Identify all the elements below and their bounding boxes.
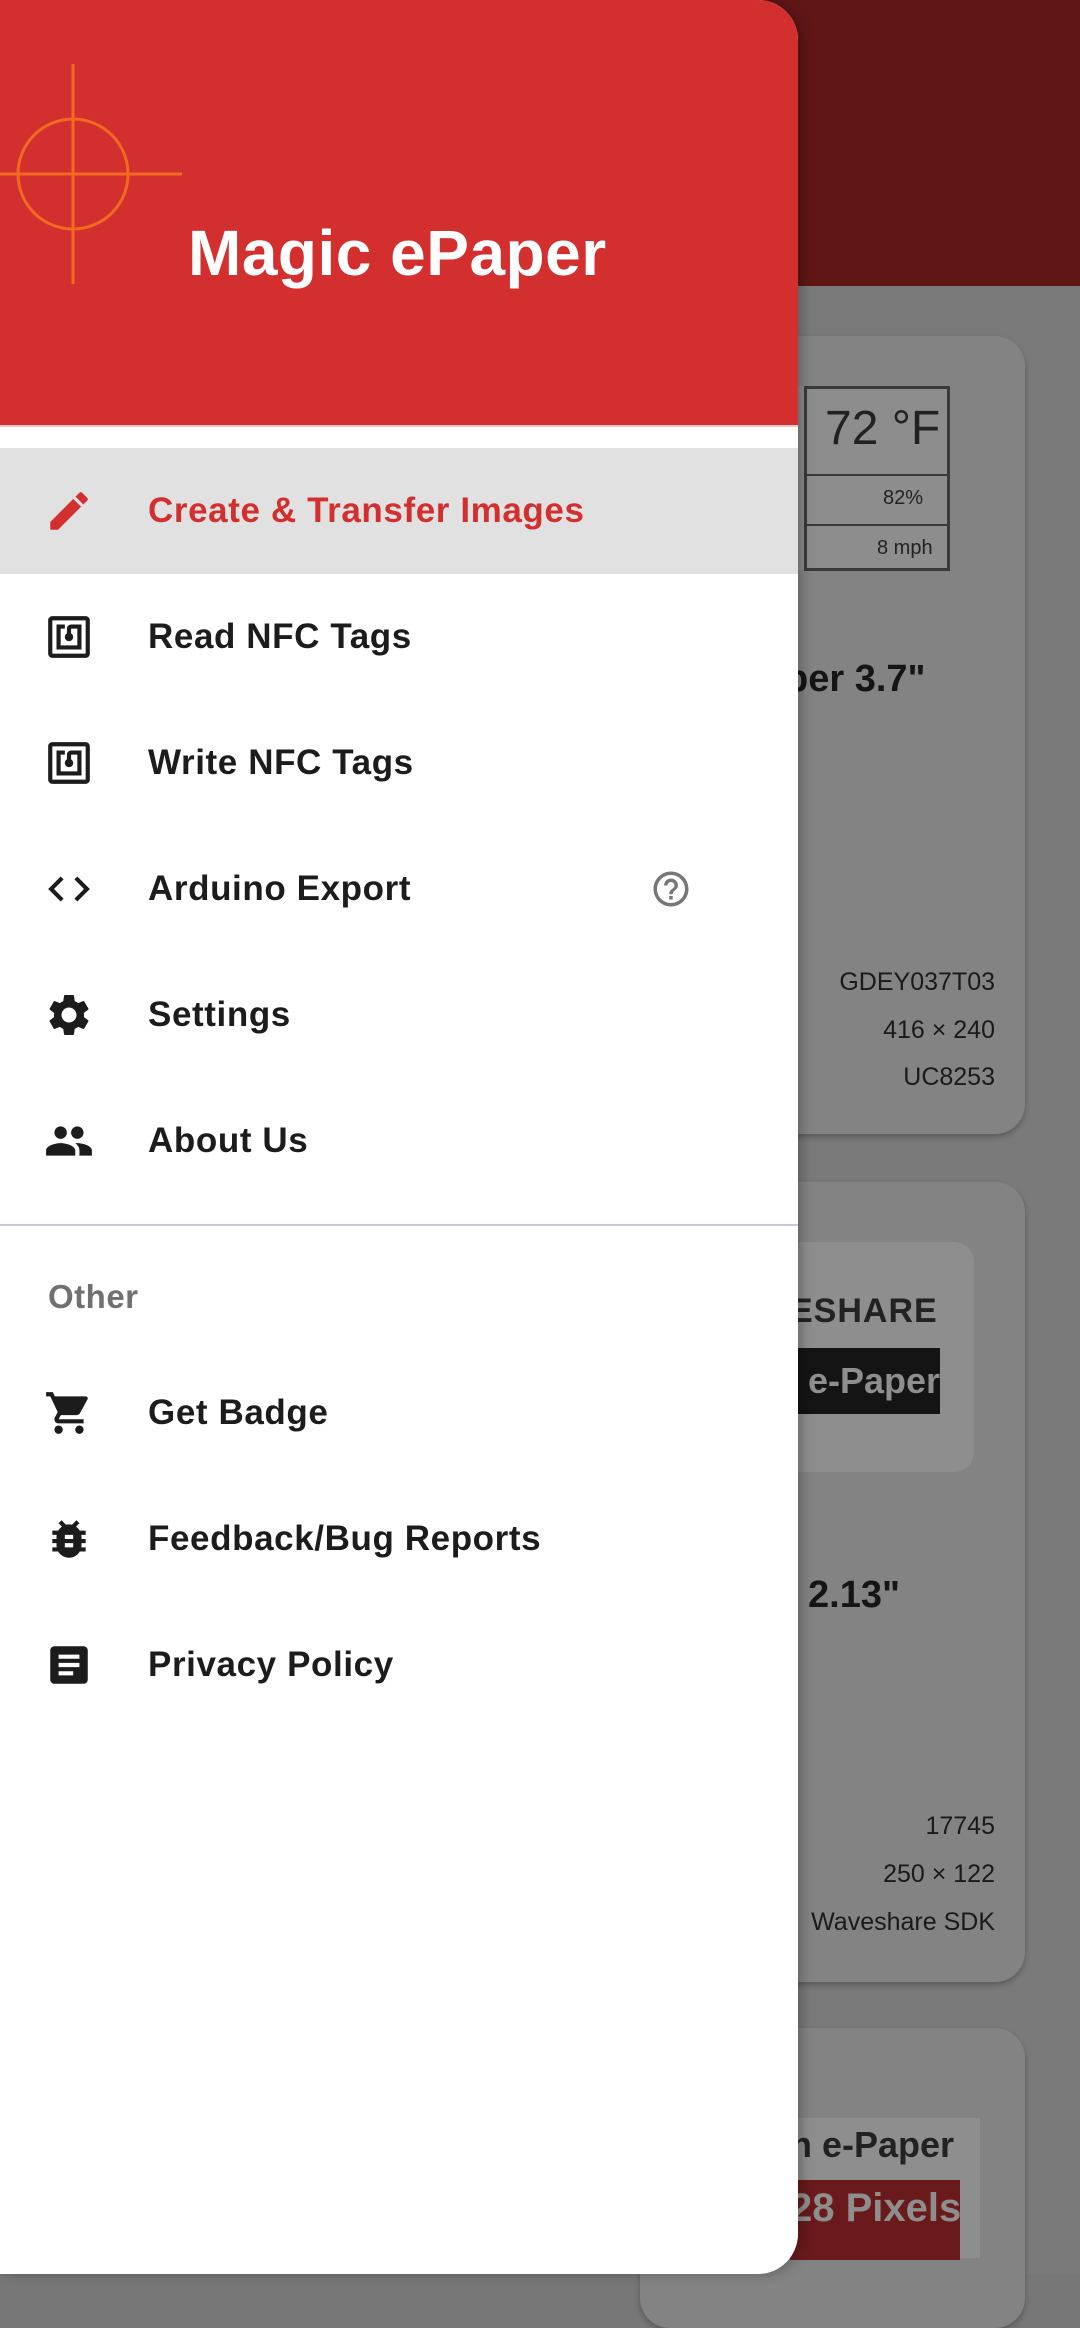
pixels-text: 28 Pixels	[790, 2186, 962, 2230]
nfc-icon	[48, 742, 90, 784]
drawer-item-privacy-policy[interactable]: Privacy Policy	[0, 1602, 798, 1728]
drawer-item-arduino-export[interactable]: Arduino Export	[0, 826, 798, 952]
card-model: 17745	[925, 1812, 995, 1840]
gear-icon	[49, 994, 89, 1035]
app-title: Magic ePaper	[188, 217, 607, 289]
help-circle-icon[interactable]	[650, 868, 692, 910]
brand-text: ESHARE	[790, 1292, 938, 1330]
drawer-item-about-us[interactable]: About Us	[0, 1078, 798, 1204]
drawer-item-label: Settings	[148, 995, 291, 1034]
drawer-item-feedback[interactable]: Feedback/Bug Reports	[0, 1476, 798, 1602]
card-driver: UC8253	[903, 1063, 995, 1091]
code-icon	[48, 876, 90, 902]
drawer-item-label: Privacy Policy	[148, 1645, 394, 1684]
drawer-item-write-nfc[interactable]: Write NFC Tags	[0, 700, 798, 826]
drawer-item-settings[interactable]: Settings	[0, 952, 798, 1078]
display-wind: 8 mph	[877, 537, 933, 559]
display-temp: 72 °F	[825, 402, 941, 455]
card-title: 2.13"	[808, 1574, 900, 1616]
card-resolution: 416 × 240	[883, 1016, 995, 1044]
cart-icon	[46, 1392, 88, 1434]
drawer-item-label: Arduino Export	[148, 869, 412, 908]
badge-text: n e-Paper	[790, 2124, 955, 2165]
card-resolution: 250 × 122	[883, 1860, 995, 1888]
nfc-icon	[48, 616, 90, 658]
pencil-icon	[50, 492, 88, 530]
badge-text: e-Paper	[808, 1360, 941, 1401]
card-model: GDEY037T03	[839, 968, 995, 996]
document-icon	[50, 1646, 88, 1684]
drawer-item-create-transfer[interactable]: Create & Transfer Images	[0, 448, 798, 574]
people-icon	[46, 1126, 92, 1156]
drawer-header: Magic ePaper	[0, 0, 798, 427]
drawer-item-get-badge[interactable]: Get Badge	[0, 1350, 798, 1476]
drawer-item-label: About Us	[148, 1121, 309, 1160]
card-title: per 3.7"	[785, 658, 926, 700]
section-label-other: Other	[48, 1278, 139, 1315]
drawer-item-label: Read NFC Tags	[148, 617, 412, 656]
bug-icon	[52, 1520, 86, 1558]
navigation-drawer: Magic ePaper Create & Transfer Images Re…	[0, 0, 798, 2274]
display-humidity: 82%	[883, 487, 924, 509]
drawer-item-label: Create & Transfer Images	[148, 491, 585, 530]
drawer-item-label: Write NFC Tags	[148, 743, 414, 782]
drawer-item-label: Get Badge	[148, 1393, 329, 1432]
card-driver: Waveshare SDK	[811, 1908, 995, 1936]
drawer-item-label: Feedback/Bug Reports	[148, 1519, 542, 1558]
drawer-divider	[0, 1224, 798, 1226]
drawer-item-read-nfc[interactable]: Read NFC Tags	[0, 574, 798, 700]
crosshair-logo-icon	[0, 64, 182, 284]
